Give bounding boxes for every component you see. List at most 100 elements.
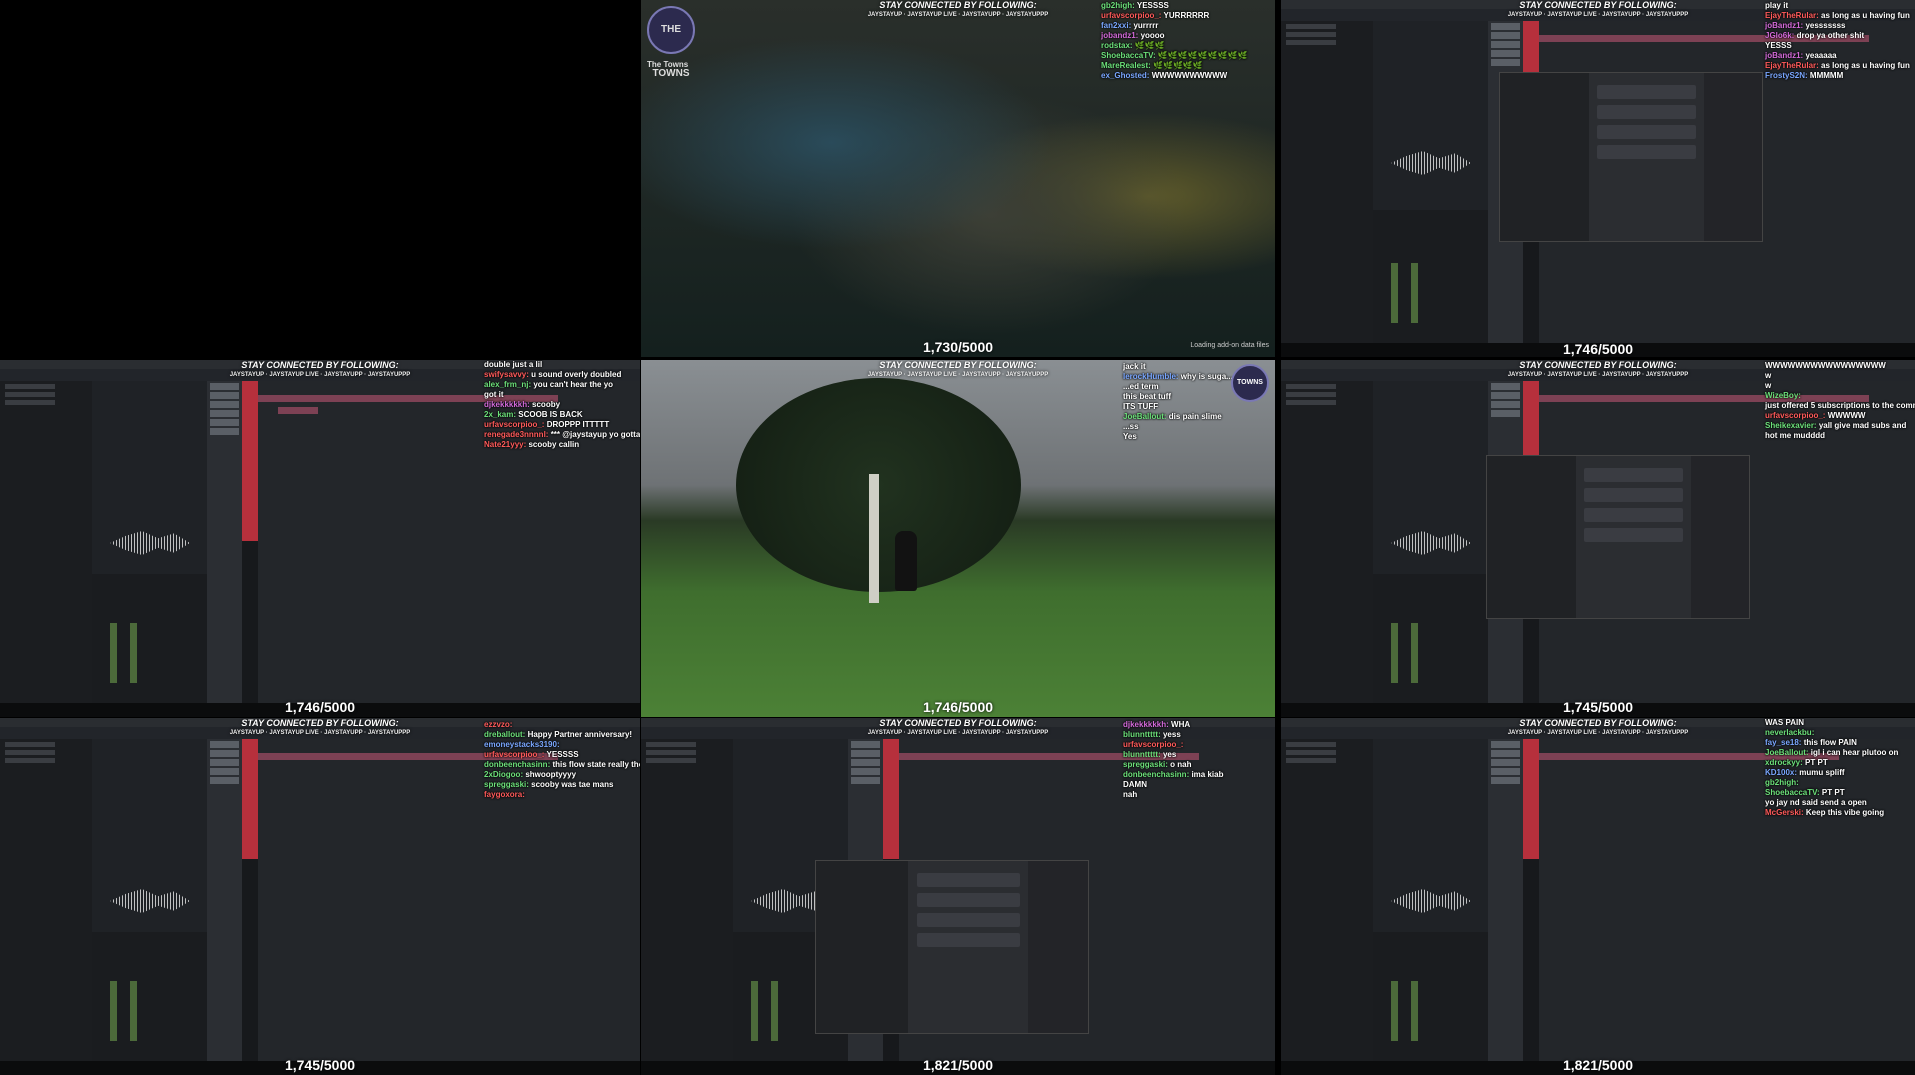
chat-message: WAS PAIN xyxy=(1765,718,1913,728)
discord-window[interactable] xyxy=(1486,455,1750,619)
chat-text: scooby was tae mans xyxy=(531,780,614,789)
chat-text: Happy Partner anniversary! xyxy=(527,730,633,739)
chat-message: fay_se18: this flow PAIN xyxy=(1765,738,1913,748)
chat-message: spreggaski: scooby was tae mans xyxy=(484,780,638,790)
chat-text: 🌿🌿🌿 xyxy=(1134,41,1165,50)
chat-overlay: play it EjayTheRular: as long as u having… xyxy=(1765,1,1913,81)
chat-username: 2x_kam: xyxy=(484,410,519,419)
chat-text: as long as u having fun xyxy=(1821,61,1910,70)
chat-message: WizeBoy: xyxy=(1765,391,1913,401)
chat-username: fay_se18: xyxy=(1765,738,1804,747)
chat-username: urfavscorpioo_: xyxy=(484,750,547,759)
chat-username: neverlackbu: xyxy=(1765,728,1815,737)
chat-username: blunnttttt: xyxy=(1123,750,1163,759)
chat-message: donbeenchasinn: this flow state really t… xyxy=(484,760,640,770)
discord-window[interactable] xyxy=(815,860,1089,1034)
chat-message: 2xDiogoo: shwooptyyyy xyxy=(484,770,638,780)
chat-overlay: ezzvzo: dreballout: Happy Partner annive… xyxy=(484,720,640,800)
chat-text: yes xyxy=(1162,750,1177,759)
chat-message: gb2high: xyxy=(1765,778,1913,788)
chat-message: ShoebaccaTV: 🌿🌿🌿🌿🌿🌿🌿🌿🌿 xyxy=(1101,51,1271,61)
chat-message: just offered 5 subscriptions to the comm… xyxy=(1765,401,1915,411)
chat-message: rodstax: 🌿🌿🌿 xyxy=(1101,41,1271,51)
follower-counter: 1,746/5000 xyxy=(1562,341,1634,357)
chat-message: swifysavvy: u sound overly doubled xyxy=(484,370,638,380)
chat-text: yoooo xyxy=(1140,31,1165,40)
chat-text: MMMMM xyxy=(1809,71,1844,80)
chat-username: ex_Ghosted: xyxy=(1101,71,1152,80)
discord-window[interactable] xyxy=(1499,72,1763,242)
chat-username: JoeBallout: xyxy=(1123,412,1169,421)
chat-message: renegade3nnnnl: *** @jaystayup yo gotta … xyxy=(484,430,640,440)
chat-username: swifysavvy: xyxy=(484,370,532,379)
chat-username: WizeBoy: xyxy=(1765,391,1801,400)
chat-text: 🌿🌿🌿🌿🌿 xyxy=(1153,61,1203,70)
chat-text: this flow PAIN xyxy=(1803,738,1857,747)
chat-overlay: gb2high: YESSSS urfavscorpioo_: YURRRRRR f… xyxy=(1101,1,1271,81)
chat-text: igl i can hear plutoo on xyxy=(1810,748,1899,757)
chat-username: jobandz1: xyxy=(1101,31,1141,40)
chat-message: lerockHumble: why is suga... xyxy=(1123,372,1243,382)
chat-message: McGerski: Keep this vibe going xyxy=(1765,808,1913,818)
chat-username: KD100x: xyxy=(1765,768,1800,777)
chat-text: ima kiab xyxy=(1191,770,1224,779)
chat-message: nah xyxy=(1123,790,1273,800)
chat-message: JGlo6k: drop ya other shit xyxy=(1765,31,1913,41)
chat-text: PT PT xyxy=(1805,758,1828,767)
chat-text: you can't hear the yo xyxy=(533,380,614,389)
chat-username: dreballout: xyxy=(484,730,528,739)
chat-username: gb2high: xyxy=(1101,1,1137,10)
chat-text: scooby xyxy=(532,400,561,409)
chat-username: urfavscorpioo_: xyxy=(1123,740,1184,749)
chat-username: djkekkkkkh: xyxy=(484,400,533,409)
chat-overlay: WWWWWWWWWWWWWWWW w w WizeBoy: just offered … xyxy=(1765,361,1915,441)
chat-username: EjayTheRular: xyxy=(1765,11,1822,20)
chat-text: why is suga... xyxy=(1180,372,1233,381)
tile-mid-right: STAY CONNECTED BY FOLLOWING: JAYSTAYUP ·… xyxy=(1281,360,1915,717)
chat-text: got it xyxy=(484,390,504,399)
chat-message: fan2xxi: yurrrrr xyxy=(1101,21,1271,31)
chat-message: JoeBallout: dis pain slime xyxy=(1123,412,1243,422)
chat-text: DROPPP ITTTTT xyxy=(546,420,610,429)
chat-text: ITS TUFF xyxy=(1123,402,1159,411)
follower-counter: 1,746/5000 xyxy=(922,699,994,715)
chat-username: donbeenchasinn: xyxy=(1123,770,1192,779)
chat-username: urfavscorpioo_: xyxy=(484,420,547,429)
chat-message: urfavscorpioo_: xyxy=(1123,740,1273,750)
chat-text: yall give mad subs and xyxy=(1818,421,1907,430)
chat-message: jobandz1: yoooo xyxy=(1101,31,1271,41)
chat-message: gb2high: YESSSS xyxy=(1101,1,1271,11)
follower-counter: 1,745/5000 xyxy=(1562,699,1634,715)
chat-text: SCOOB IS BACK xyxy=(518,410,583,419)
chat-text: Keep this vibe going xyxy=(1805,808,1885,817)
chat-text: YURRRRRR xyxy=(1163,11,1210,20)
chat-message: urfavscorpioo_: DROPPP ITTTTT xyxy=(484,420,638,430)
chat-message: joBandz1: yesssssss xyxy=(1765,21,1913,31)
tile-mid-left: STAY CONNECTED BY FOLLOWING: JAYSTAYUP ·… xyxy=(0,360,640,717)
chat-message: blunnttttt: yess xyxy=(1123,730,1273,740)
chat-text: WWWWWWWWWW xyxy=(1151,71,1228,80)
chat-message: hot me mudddd xyxy=(1765,431,1913,441)
chat-username: ShoebaccaTV: xyxy=(1765,788,1822,797)
chat-username: McGerski: xyxy=(1765,808,1806,817)
follower-counter: 1,821/5000 xyxy=(1562,1057,1634,1073)
chat-message: double just a lil xyxy=(484,360,638,370)
chat-message: WWWWWWWWWWWWWWWW xyxy=(1765,361,1913,371)
tile-top-right: STAY CONNECTED BY FOLLOWING: JAYSTAYUP ·… xyxy=(1281,0,1915,357)
follower-counter: 1,746/5000 xyxy=(284,699,356,715)
chat-message: w xyxy=(1765,381,1913,391)
chat-overlay: WAS PAIN neverlackbu: fay_se18: this flow… xyxy=(1765,718,1913,818)
chat-text: Yes xyxy=(1123,432,1137,441)
chat-text: yurrrrr xyxy=(1133,21,1159,30)
album-title: The Towns xyxy=(647,60,689,69)
chat-text: PT PT xyxy=(1821,788,1845,797)
chat-message: xdrockyy: PT PT xyxy=(1765,758,1913,768)
chat-username: rodstax: xyxy=(1101,41,1135,50)
chat-message: MareRealest: 🌿🌿🌿🌿🌿 xyxy=(1101,61,1271,71)
chat-username: ezzvzo: xyxy=(484,720,513,729)
tile-top-left xyxy=(0,0,640,357)
chat-username: joBandz1: xyxy=(1765,21,1806,30)
chat-text: yesssssss xyxy=(1805,21,1846,30)
tile-bot-left: STAY CONNECTED BY FOLLOWING: JAYSTAYUP ·… xyxy=(0,718,640,1075)
chat-username: donbeenchasinn: xyxy=(484,760,553,769)
